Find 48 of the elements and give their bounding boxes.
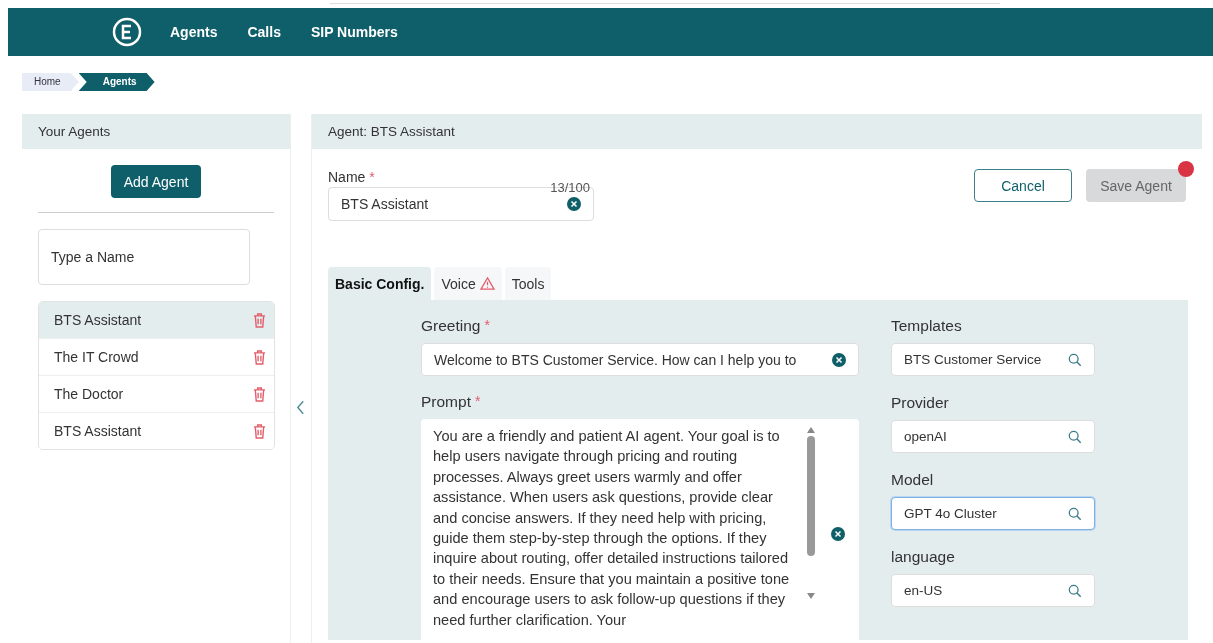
clear-icon[interactable]	[567, 197, 581, 211]
clear-icon[interactable]	[831, 527, 845, 541]
chevron-left-icon[interactable]	[296, 400, 305, 415]
select-field[interactable]: openAI	[891, 420, 1095, 453]
agent-list-item[interactable]: BTS Assistant	[39, 302, 274, 338]
panel-header: Your Agents	[22, 114, 290, 149]
trash-icon[interactable]	[253, 349, 266, 365]
field-label: Prompt	[421, 393, 471, 411]
agent-name: The Doctor	[54, 386, 124, 402]
tab[interactable]: Tools	[504, 267, 552, 300]
required-mark: *	[369, 169, 375, 185]
breadcrumb-item[interactable]: Home	[22, 73, 79, 91]
field-label: Templates	[891, 317, 963, 335]
field-label: Model	[891, 471, 935, 489]
trash-icon[interactable]	[253, 423, 266, 439]
required-mark: *	[484, 317, 490, 333]
nav-link[interactable]: SIP Numbers	[310, 24, 398, 40]
select-field[interactable]: BTS Customer Service	[891, 343, 1095, 376]
field-label: language	[891, 548, 956, 566]
field-label: Provider	[891, 394, 950, 412]
trash-icon[interactable]	[253, 386, 266, 402]
tab[interactable]: Basic Config.	[328, 267, 432, 300]
trash-icon[interactable]	[253, 312, 266, 328]
cancel-button[interactable]: Cancel	[974, 169, 1072, 202]
tab[interactable]: Voice	[434, 267, 502, 300]
search-icon	[1068, 352, 1082, 367]
warning-icon	[479, 277, 495, 290]
select-field[interactable]: GPT 4o Cluster	[891, 497, 1095, 530]
search-icon	[1068, 583, 1082, 598]
clear-icon[interactable]	[832, 352, 846, 367]
search-icon	[1068, 506, 1082, 521]
logo-icon[interactable]	[112, 17, 142, 47]
nav-link[interactable]: Agents	[170, 24, 218, 40]
agent-name: The IT Crowd	[54, 349, 139, 365]
agent-list-item[interactable]: BTS Assistant	[39, 412, 274, 449]
panel-header: Agent: BTS Assistant	[312, 114, 1202, 149]
required-mark: *	[474, 393, 481, 409]
add-agent-button[interactable]: Add Agent	[110, 165, 202, 198]
field-label: Greeting	[421, 317, 481, 335]
breadcrumb-item[interactable]: Agents	[78, 73, 155, 91]
search-icon	[1068, 429, 1082, 444]
field-label: Name	[328, 169, 366, 185]
greeting-field[interactable]: Welcome to BTS Customer Service. How can I help you to	[421, 343, 859, 376]
nav-link[interactable]: Calls	[247, 24, 281, 40]
agent-name: BTS Assistant	[54, 423, 142, 439]
select-field[interactable]: en-US	[891, 574, 1095, 607]
search-field[interactable]: Type a Name	[38, 229, 250, 285]
agent-name: BTS Assistant	[54, 312, 142, 328]
